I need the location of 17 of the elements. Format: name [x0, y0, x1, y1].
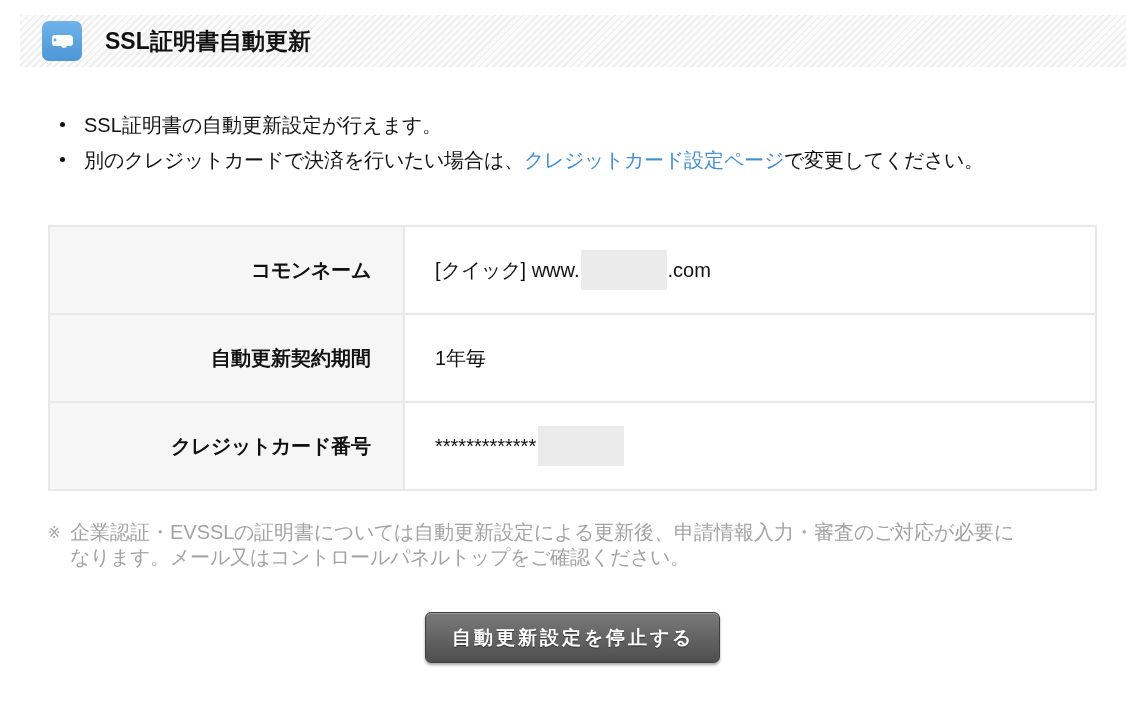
- section-title: SSL証明書自動更新: [105, 26, 311, 56]
- note-mark: ※: [48, 523, 62, 543]
- stop-renewal-button[interactable]: 自動更新設定を停止する: [425, 612, 720, 663]
- bullet-icon: [60, 157, 65, 162]
- row-label: コモンネーム: [50, 227, 405, 313]
- row-value: *************: [435, 434, 537, 458]
- row-value: [クイック] www.: [435, 257, 580, 283]
- info-text: 別のクレジットカードで決済を行いたい場合は、クレジットカード設定ページで変更してください。: [84, 147, 984, 173]
- row-label: クレジットカード番号: [50, 403, 405, 489]
- info-text: SSL証明書の自動更新設定が行えます。: [84, 112, 442, 138]
- bullet-icon: [60, 122, 65, 127]
- row-value: 1年毎: [435, 345, 487, 371]
- row-label: 自動更新契約期間: [50, 315, 405, 401]
- settings-link[interactable]: クレジットカード設定ページ: [524, 148, 784, 171]
- row-value: .com: [667, 258, 711, 282]
- cloud-tile-icon: [42, 21, 82, 61]
- note-text: 企業認証・EVSSLの証明書については自動更新設定による更新後、申請情報入力・審査のご対応が必要になります。メール又はコントロールパネルトップをご確認ください。: [70, 520, 1016, 570]
